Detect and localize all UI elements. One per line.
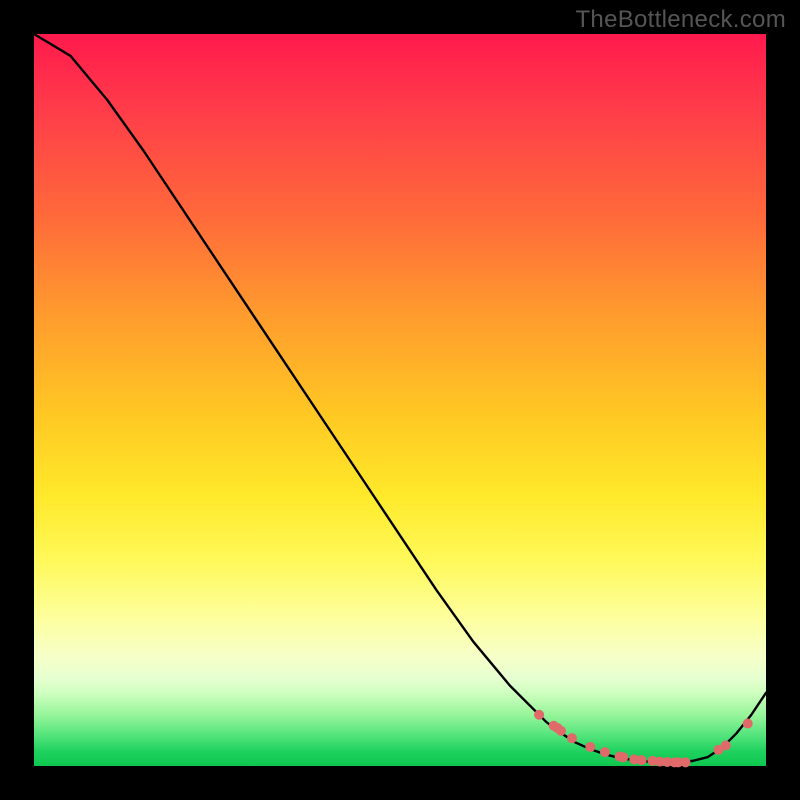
chart-marker-dot <box>618 752 628 762</box>
chart-curve <box>34 34 766 762</box>
chart-marker-dot <box>567 733 577 743</box>
chart-marker-dot <box>721 741 731 751</box>
chart-marker-dot <box>680 757 690 767</box>
chart-marker-dot <box>637 755 647 765</box>
chart-marker-dot <box>556 726 566 736</box>
chart-marker-dot <box>585 742 595 752</box>
chart-marker-dot <box>534 710 544 720</box>
chart-marker-dot <box>743 719 753 729</box>
chart-markers <box>534 710 753 768</box>
chart-svg <box>34 34 766 766</box>
chart-plot-area <box>34 34 766 766</box>
attribution-label: TheBottleneck.com <box>575 6 786 34</box>
chart-marker-dot <box>600 747 610 757</box>
